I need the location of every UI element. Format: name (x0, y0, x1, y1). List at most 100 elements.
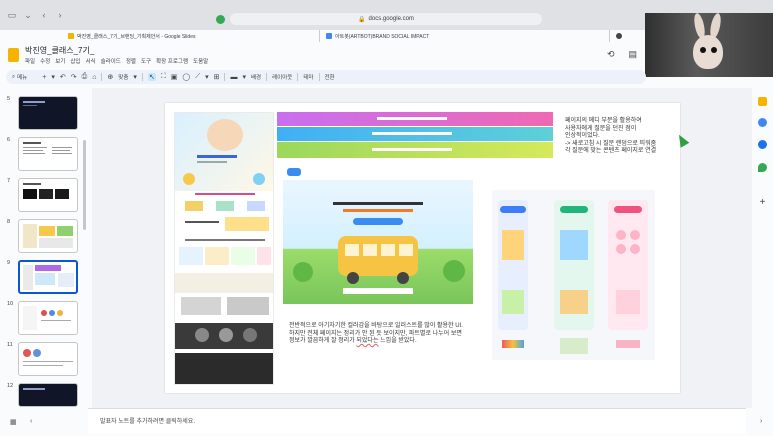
slide-number: 8 (7, 219, 11, 225)
header-icons: ⟲ ▤ (607, 49, 637, 60)
theme-button[interactable]: 테마 (303, 73, 313, 81)
menu-extensions[interactable]: 확장 프로그램 (156, 57, 188, 65)
slide-thumbnail-12[interactable] (18, 383, 78, 407)
background-button[interactable]: 배경 (251, 73, 261, 81)
menu-search-label: 메뉴 (17, 75, 28, 81)
speaker-notes-placeholder[interactable]: 발표자 노트를 추가하려면 클릭하세요. (100, 416, 195, 425)
menu-search[interactable]: ⌕ 메뉴 (12, 73, 37, 82)
undo-icon[interactable]: ↶ (60, 73, 66, 81)
slide-note-top[interactable]: 페이지의 메디 부분을 활용하여 사용자에게 질문을 던진 점이 인상적이었다.… (565, 118, 675, 156)
menu-slide[interactable]: 슬라이드 (101, 57, 121, 65)
shape-icon[interactable]: ◯ (182, 73, 190, 81)
tab-artbot[interactable]: 아트봇(ARTBOT)BRAND SOCIAL IMPACT (320, 30, 610, 42)
menu-insert[interactable]: 삽입 (70, 57, 80, 65)
comment-icon[interactable]: ▤ (629, 49, 638, 60)
toolbar-divider (318, 73, 320, 81)
chevron-down-icon[interactable]: ▾ (51, 73, 55, 81)
website-banner-screenshot[interactable] (277, 112, 553, 158)
slide-thumbnail-7[interactable] (18, 178, 78, 212)
chevron-down-icon[interactable]: ⌄ (22, 9, 34, 21)
menu-help[interactable]: 도움말 (193, 57, 208, 65)
url-text: docs.google.com (368, 16, 414, 22)
line-icon[interactable]: ⟋ (195, 73, 200, 81)
note-line: 전반적으로 아기자기한 컬러감을 바탕으로 일러스트를 많이 활용한 UI. (289, 323, 463, 329)
spellcheck-underline[interactable]: 되었다는 (356, 338, 378, 344)
note-line: 정보가 깔끔하게 잘 정리가 되었다는 느낌을 받았다. (289, 338, 494, 346)
fill-color-icon[interactable]: ▬ (230, 74, 237, 81)
layout-button[interactable]: 레이아웃 (272, 73, 292, 81)
chevron-down-icon[interactable]: ▾ (133, 73, 137, 81)
frame-icon[interactable]: ⛶ (161, 73, 166, 81)
tasks-icon[interactable] (758, 118, 767, 127)
grid-view-icon[interactable]: ▦ (10, 418, 17, 426)
chevron-down-icon[interactable]: ▾ (242, 73, 246, 81)
zoom-icon[interactable]: ⊕ (107, 73, 113, 81)
history-icon[interactable]: ⟲ (607, 49, 615, 60)
chevron-down-icon[interactable]: ▾ (205, 73, 209, 81)
side-panel (752, 84, 773, 408)
site-favicon-icon (326, 33, 332, 39)
image-icon[interactable]: ▣ (171, 73, 178, 81)
textbox-icon[interactable]: ⊞ (214, 73, 220, 81)
menu-arrange[interactable]: 정렬 (126, 57, 136, 65)
note-line: 각 질문에 맞는 콘텐츠 페이지로 연결 (565, 148, 657, 155)
slides-favicon-icon (68, 33, 74, 39)
sidebar-toggle-icon[interactable]: ▭ (6, 9, 18, 21)
menu-tools[interactable]: 도구 (141, 57, 151, 65)
website-content-screenshot[interactable] (492, 190, 655, 360)
tab-label: 박진영_클래스_7기_브랜딩_기획제안서 - Google Slides (77, 33, 196, 40)
slide-number: 10 (7, 301, 14, 307)
slide-thumbnail-11[interactable] (18, 342, 78, 376)
toolbar: ⌕ 메뉴 + ▾ ↶ ↷ ⎙ ⌂ ⊕ 맞춤 ▾ ↖ ⛶ ▣ ◯ ⟋ ▾ ⊞ ▬ … (6, 70, 646, 84)
site-favicon-icon (616, 33, 622, 39)
transition-button[interactable]: 전환 (325, 73, 335, 81)
back-arrow-icon[interactable]: ‹ (38, 9, 50, 21)
filmstrip-scrollbar[interactable] (83, 140, 86, 230)
slide-note-bottom[interactable]: 전반적으로 아기자기한 컬러감을 바탕으로 일러스트를 많이 활용한 UI. 하… (289, 323, 494, 346)
meet-icon[interactable] (216, 15, 225, 24)
website-main-screenshot[interactable] (283, 164, 473, 304)
collapse-filmstrip-icon[interactable]: ‹ (30, 418, 32, 425)
slide-thumbnail-9[interactable] (18, 260, 78, 294)
redo-icon[interactable]: ↷ (71, 73, 77, 81)
tab-slides[interactable]: 박진영_클래스_7기_브랜딩_기획제안서 - Google Slides (62, 30, 320, 42)
menu-view[interactable]: 보기 (55, 57, 65, 65)
webcam-overlay (645, 13, 773, 77)
bunny-eye-right (711, 47, 717, 53)
slide-thumbnail-6[interactable] (18, 137, 78, 171)
slide-number: 9 (7, 260, 11, 266)
keep-icon[interactable] (758, 97, 767, 106)
slide-number: 6 (7, 137, 11, 143)
print-icon[interactable]: ⎙ (82, 73, 88, 81)
menu-format[interactable]: 서식 (86, 57, 96, 65)
select-cursor-icon[interactable]: ↖ (147, 73, 156, 81)
menu-bar: 파일 수정 보기 삽입 서식 슬라이드 정렬 도구 확장 프로그램 도움말 (25, 57, 208, 65)
tab-strip: 박진영_클래스_7기_브랜딩_기획제안서 - Google Slides 아트봇… (62, 30, 642, 42)
document-title[interactable]: 박진영_클래스_7기_ (25, 45, 94, 56)
tab-other[interactable] (610, 30, 642, 42)
paint-format-icon[interactable]: ⌂ (92, 74, 96, 81)
note-segment: 정보가 깔끔하게 잘 정리가 (289, 338, 357, 345)
address-bar[interactable]: 🔒 docs.google.com (230, 13, 542, 25)
add-addon-icon[interactable]: + (758, 198, 767, 208)
zoom-select[interactable]: 맞춤 (118, 73, 128, 81)
contacts-icon[interactable] (758, 140, 767, 149)
menu-edit[interactable]: 수정 (40, 57, 50, 65)
slide-number: 11 (7, 342, 13, 348)
slide-thumbnail-10[interactable] (18, 301, 78, 335)
slide-thumbnail-8[interactable] (18, 219, 78, 253)
bunny-eye-left (700, 47, 706, 53)
slide-thumbnail-5[interactable] (18, 96, 78, 130)
new-slide-icon[interactable]: + (42, 74, 46, 81)
expand-panel-icon[interactable]: › (760, 418, 762, 425)
forward-arrow-icon[interactable]: › (54, 9, 66, 21)
menu-file[interactable]: 파일 (25, 57, 35, 65)
toolbar-divider (297, 73, 299, 81)
note-segment: 느낌을 받았다. (378, 338, 417, 345)
maps-icon[interactable] (758, 163, 767, 172)
lock-icon: 🔒 (358, 16, 366, 23)
slide-number: 12 (7, 383, 14, 389)
slides-logo-icon[interactable] (8, 48, 19, 62)
toolbar-divider (224, 73, 226, 81)
website-screenshot-left[interactable] (174, 112, 274, 385)
